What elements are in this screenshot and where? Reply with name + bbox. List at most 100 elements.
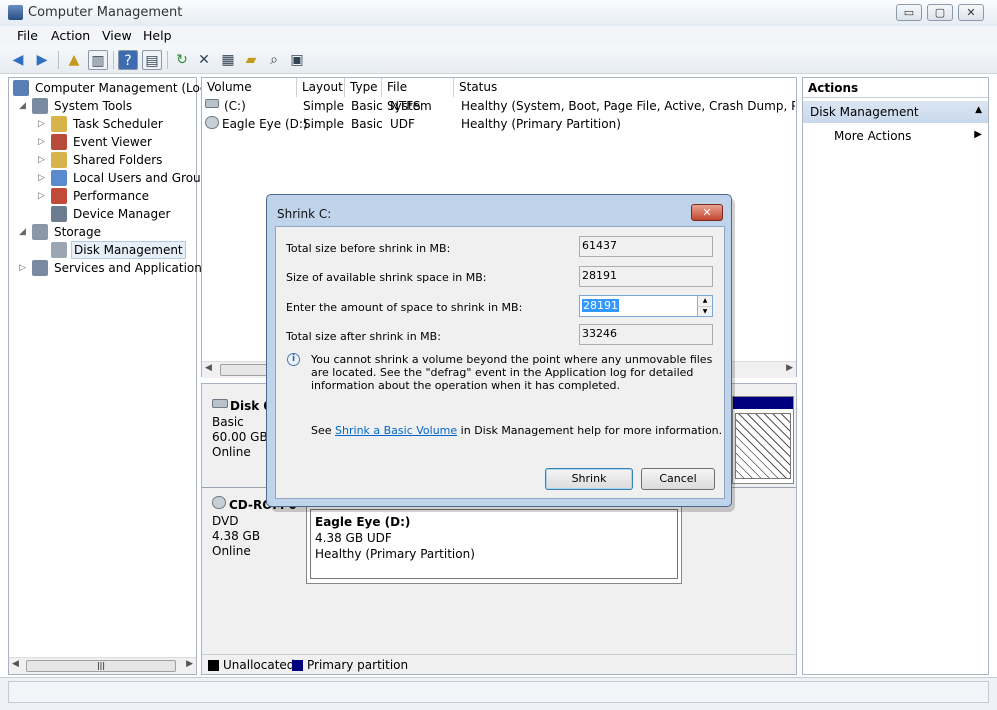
table-row[interactable]: Eagle Eye (D:) Simple Basic UDF Healthy …: [202, 115, 796, 133]
actions-section-label: Disk Management: [810, 105, 919, 119]
help-icon[interactable]: ?: [118, 50, 138, 70]
tree-item-task-scheduler[interactable]: ▷ Task Scheduler: [9, 115, 196, 133]
tree-item-performance[interactable]: ▷ Performance: [9, 187, 196, 205]
forward-icon[interactable]: ▶: [32, 50, 52, 70]
tree-item-label: Storage: [54, 225, 101, 239]
cancel-button[interactable]: Cancel: [641, 468, 715, 490]
drive-icon: [205, 99, 219, 108]
collapsed-arrow-icon[interactable]: ▷: [19, 259, 26, 277]
collapsed-arrow-icon[interactable]: ▷: [38, 169, 45, 187]
export-list-icon[interactable]: ▣: [287, 50, 307, 70]
cdrom-0-size: 4.38 GB: [212, 529, 261, 543]
collapsed-arrow-icon[interactable]: ▷: [38, 187, 45, 205]
tree-item-device-manager[interactable]: Device Manager: [9, 205, 196, 223]
toolbar: ◀ ▶ ▲ ▥ ? ▤ ↻ ✕ ▦ ▰ ⌕ ▣: [0, 46, 997, 74]
disk-0-state: Online: [212, 445, 251, 459]
tree-item-label: Local Users and Groups: [73, 171, 215, 185]
cell-layout: Simple: [303, 117, 344, 131]
collapse-icon[interactable]: ▲: [975, 105, 982, 115]
navigation-tree: Computer Management (Local ◢ System Tools ▷…: [8, 77, 217, 675]
collapsed-arrow-icon[interactable]: ▷: [38, 151, 45, 169]
expanded-arrow-icon[interactable]: ◢: [19, 97, 26, 115]
minimize-button[interactable]: ▭: [896, 4, 922, 21]
actions-section-disk-management[interactable]: Disk Management ▲: [803, 101, 988, 123]
table-row[interactable]: (C:) Simple Basic NTFS Healthy (System, …: [202, 97, 796, 115]
spin-up-button[interactable]: ▲: [697, 296, 712, 306]
more-actions-item[interactable]: More Actions ▶: [803, 126, 988, 146]
shrink-amount-label: Enter the amount of space to shrink in M…: [286, 301, 523, 314]
cdrom-0-type: DVD: [212, 514, 239, 528]
device-icon: [51, 206, 67, 222]
column-volume[interactable]: Volume: [202, 78, 297, 97]
partition-d-status: Healthy (Primary Partition): [315, 547, 475, 561]
disk-0-size: 60.00 GB: [212, 430, 268, 444]
tree-item-label: Device Manager: [73, 207, 171, 221]
shrink-button[interactable]: Shrink: [545, 468, 633, 490]
see-suffix: in Disk Management help for more informa…: [460, 424, 723, 437]
tree-item-label: Disk Management: [71, 241, 186, 259]
tree-item-system-tools[interactable]: ◢ System Tools: [9, 97, 196, 115]
menu-file[interactable]: File: [17, 28, 38, 43]
properties-icon[interactable]: ▦: [218, 50, 238, 70]
up-folder-icon[interactable]: ▲: [64, 50, 84, 70]
spin-down-button[interactable]: ▼: [697, 306, 712, 316]
cell-volume: Eagle Eye (D:): [222, 117, 308, 131]
column-layout[interactable]: Layout: [297, 78, 345, 97]
legend: Unallocated Primary partition: [202, 654, 796, 674]
tree-horizontal-scrollbar[interactable]: ◀ ||| ▶: [9, 657, 196, 674]
menu-action[interactable]: Action: [51, 28, 90, 43]
info-text: You cannot shrink a volume beyond the po…: [311, 353, 713, 392]
cell-file-system: UDF: [390, 117, 415, 131]
tree-item-computer-management-local[interactable]: Computer Management (Local: [9, 79, 217, 97]
tree-item-event-viewer[interactable]: ▷ Event Viewer: [9, 133, 196, 151]
disk-0-unallocated-partition[interactable]: [732, 396, 794, 484]
computer-icon: [13, 80, 29, 96]
show-hide-tree-icon[interactable]: ▥: [88, 50, 108, 70]
menu-help[interactable]: Help: [143, 28, 172, 43]
expanded-arrow-icon[interactable]: ◢: [19, 223, 26, 241]
info-icon: i: [287, 353, 300, 366]
close-window-button[interactable]: ✕: [958, 4, 984, 21]
clock-icon: [51, 116, 67, 132]
cell-file-system: NTFS: [390, 99, 421, 113]
tools-icon: [32, 98, 48, 114]
tree-item-services-and-applications[interactable]: ▷ Services and Applications: [9, 259, 208, 277]
tree-item-label: Performance: [73, 189, 150, 203]
back-icon[interactable]: ◀: [8, 50, 28, 70]
dvd-drive-icon: [205, 116, 219, 129]
column-status[interactable]: Status: [454, 78, 796, 97]
event-icon: [51, 134, 67, 150]
find-icon[interactable]: ⌕: [264, 50, 284, 70]
shrink-amount-stepper[interactable]: 28191 ▲ ▼: [579, 295, 713, 317]
actions-pane: Actions Disk Management ▲ More Actions ▶: [802, 77, 989, 675]
column-file-system[interactable]: File System: [382, 78, 454, 113]
tree-item-label: Task Scheduler: [73, 117, 163, 131]
menu-view[interactable]: View: [102, 28, 132, 43]
shrink-amount-input[interactable]: 28191: [582, 299, 619, 312]
disk-icon: [51, 242, 67, 258]
dialog-close-button[interactable]: ✕: [691, 204, 723, 221]
partition-d-name: Eagle Eye (D:): [315, 515, 411, 529]
tree-item-label: System Tools: [54, 99, 133, 113]
open-folder-icon[interactable]: ▰: [241, 50, 261, 70]
shrink-basic-volume-link[interactable]: Shrink a Basic Volume: [335, 424, 457, 437]
tree-item-local-users-and-groups[interactable]: ▷ Local Users and Groups: [9, 169, 215, 187]
tree-item-label: Event Viewer: [73, 135, 152, 149]
tree-item-disk-management[interactable]: Disk Management: [9, 241, 196, 259]
tree-item-label: Computer Management (Local: [35, 81, 218, 95]
show-hide-action-pane-icon[interactable]: ▤: [142, 50, 162, 70]
tree-item-shared-folders[interactable]: ▷ Shared Folders: [9, 151, 196, 169]
dialog-title: Shrink C:: [277, 207, 332, 221]
total-after-label: Total size after shrink in MB:: [286, 330, 441, 343]
partition-eagle-eye-d[interactable]: Eagle Eye (D:) 4.38 GB UDF Healthy (Prim…: [306, 505, 682, 584]
maximize-button[interactable]: ▢: [927, 4, 953, 21]
tree-item-storage[interactable]: ◢ Storage: [9, 223, 196, 241]
delete-icon[interactable]: ✕: [194, 50, 214, 70]
collapsed-arrow-icon[interactable]: ▷: [38, 115, 45, 133]
collapsed-arrow-icon[interactable]: ▷: [38, 133, 45, 151]
more-actions-label: More Actions: [834, 129, 912, 143]
partition-d-size: 4.38 GB UDF: [315, 531, 392, 545]
column-type[interactable]: Type: [345, 78, 382, 97]
refresh-icon[interactable]: ↻: [172, 50, 192, 70]
cell-volume: (C:): [224, 99, 246, 113]
